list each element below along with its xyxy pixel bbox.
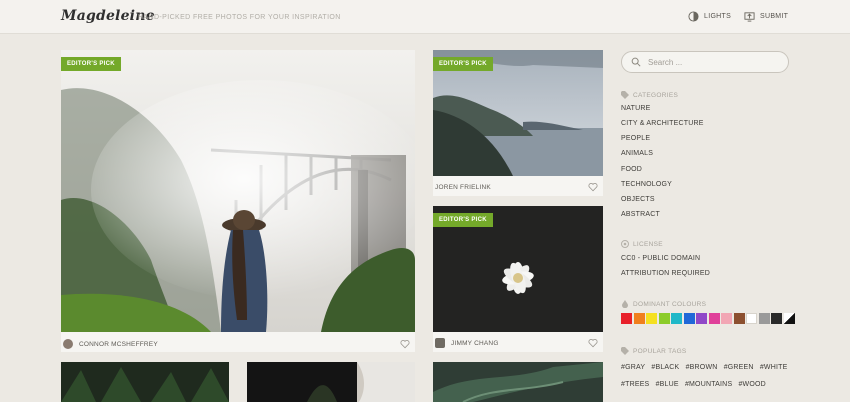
editors-pick-badge: EDITOR'S PICK bbox=[433, 57, 493, 71]
drop-icon bbox=[622, 300, 628, 308]
tags-title: POPULAR TAGS bbox=[633, 347, 687, 355]
heart-icon[interactable] bbox=[588, 182, 598, 192]
author-name[interactable]: JIMMY CHANG bbox=[451, 340, 499, 347]
tags-heading: POPULAR TAGS bbox=[621, 347, 687, 355]
category-nature[interactable]: NATURE bbox=[621, 105, 650, 112]
heart-icon[interactable] bbox=[588, 338, 598, 348]
card-meta: JOREN FRIELINK bbox=[433, 177, 603, 197]
heart-icon[interactable] bbox=[400, 339, 410, 349]
tag-mountains[interactable]: #MOUNTAINS bbox=[685, 381, 732, 388]
colour-swatch[interactable] bbox=[746, 313, 757, 324]
category-abstract[interactable]: ABSTRACT bbox=[621, 211, 660, 218]
tag-gray[interactable]: #GRAY bbox=[621, 364, 645, 371]
card-meta: JIMMY CHANG bbox=[433, 333, 603, 353]
category-objects[interactable]: OBJECTS bbox=[621, 196, 655, 203]
colour-swatch[interactable] bbox=[708, 313, 720, 324]
photo-portrait[interactable] bbox=[247, 362, 415, 402]
photo-card[interactable]: EDITOR'S PICK JOREN FRIELINK bbox=[433, 50, 603, 196]
author-name[interactable]: JOREN FRIELINK bbox=[435, 184, 491, 191]
tag-trees[interactable]: #TREES bbox=[621, 381, 649, 388]
colour-swatch[interactable] bbox=[696, 313, 707, 324]
tag-brown[interactable]: #BROWN bbox=[686, 364, 718, 371]
search-icon bbox=[631, 57, 641, 67]
license-heading: LICENSE bbox=[621, 240, 663, 248]
colour-swatch[interactable] bbox=[633, 313, 645, 324]
photo-card[interactable] bbox=[247, 362, 415, 402]
category-people[interactable]: PEOPLE bbox=[621, 135, 650, 142]
colour-swatch[interactable] bbox=[621, 313, 632, 324]
colour-swatch[interactable] bbox=[758, 313, 770, 324]
tag-wood[interactable]: #WOOD bbox=[738, 381, 765, 388]
photo-card[interactable] bbox=[61, 362, 229, 402]
author-name[interactable]: CONNOR MCSHEFFREY bbox=[79, 341, 158, 348]
photo-forest[interactable] bbox=[61, 362, 229, 402]
photo-card[interactable]: EDITOR'S PICK JIMMY CHANG bbox=[433, 206, 603, 352]
search-box[interactable] bbox=[621, 51, 789, 73]
license-attribution[interactable]: ATTRIBUTION REQUIRED bbox=[621, 270, 710, 277]
top-bar: Magdeleine HAND-PICKED FREE PHOTOS FOR Y… bbox=[0, 0, 850, 34]
upload-icon bbox=[744, 12, 755, 22]
colour-swatch[interactable] bbox=[671, 313, 682, 324]
colour-swatch[interactable] bbox=[683, 313, 695, 324]
submit-label: SUBMIT bbox=[760, 13, 789, 20]
lights-label: LIGHTS bbox=[704, 13, 732, 20]
tag-icon bbox=[621, 91, 629, 99]
card-meta: CONNOR MCSHEFFREY bbox=[61, 334, 415, 354]
categories-heading: CATEGORIES bbox=[621, 91, 678, 99]
woman-figure bbox=[221, 210, 268, 332]
search-input[interactable] bbox=[648, 57, 778, 67]
lights-icon bbox=[688, 11, 699, 22]
category-technology[interactable]: TECHNOLOGY bbox=[621, 181, 672, 188]
avatar[interactable] bbox=[435, 338, 445, 348]
tag-green[interactable]: #GREEN bbox=[724, 364, 754, 371]
tag-blue[interactable]: #BLUE bbox=[656, 381, 679, 388]
lights-toggle[interactable]: LIGHTS bbox=[688, 11, 731, 22]
license-icon bbox=[621, 240, 629, 248]
categories-title: CATEGORIES bbox=[633, 91, 679, 99]
category-city-architecture[interactable]: CITY & ARCHITECTURE bbox=[621, 120, 704, 127]
colours-title: DOMINANT COLOURS bbox=[633, 300, 707, 308]
photo-ferns[interactable] bbox=[433, 362, 603, 402]
submit-link[interactable]: SUBMIT bbox=[744, 11, 788, 22]
category-food[interactable]: FOOD bbox=[621, 166, 642, 173]
colour-swatch[interactable] bbox=[771, 313, 782, 324]
tag-white[interactable]: #WHITE bbox=[760, 364, 788, 371]
category-animals[interactable]: ANIMALS bbox=[621, 150, 653, 157]
photo-white-flower[interactable]: EDITOR'S PICK bbox=[433, 206, 603, 332]
tag-icon bbox=[621, 347, 629, 355]
editors-pick-badge: EDITOR'S PICK bbox=[433, 213, 493, 227]
site-tagline: HAND-PICKED FREE PHOTOS FOR YOUR INSPIRA… bbox=[138, 14, 341, 21]
license-cc0[interactable]: CC0 - PUBLIC DOMAIN bbox=[621, 255, 700, 262]
photo-card[interactable] bbox=[433, 362, 603, 402]
editors-pick-badge: EDITOR'S PICK bbox=[61, 57, 121, 71]
colour-swatch[interactable] bbox=[646, 313, 657, 324]
avatar[interactable] bbox=[63, 339, 73, 349]
colour-swatch[interactable] bbox=[733, 313, 745, 324]
photo-card[interactable]: EDITOR'S PICK CONNOR MCSHEFFREY bbox=[61, 50, 415, 352]
license-title: LICENSE bbox=[633, 240, 663, 248]
tags-row: #TREES #BLUE #MOUNTAINS #WOOD bbox=[621, 381, 769, 388]
photo-coastline[interactable]: EDITOR'S PICK bbox=[433, 50, 603, 176]
photo-bridge-fog[interactable]: EDITOR'S PICK bbox=[61, 50, 415, 332]
colour-swatch[interactable] bbox=[658, 313, 670, 324]
colour-swatch[interactable] bbox=[783, 313, 795, 324]
tag-black[interactable]: #BLACK bbox=[651, 364, 679, 371]
colour-swatch[interactable] bbox=[721, 313, 732, 324]
colours-heading: DOMINANT COLOURS bbox=[621, 300, 706, 308]
tags-row: #GRAY #BLACK #BROWN #GREEN #WHITE bbox=[621, 364, 791, 371]
